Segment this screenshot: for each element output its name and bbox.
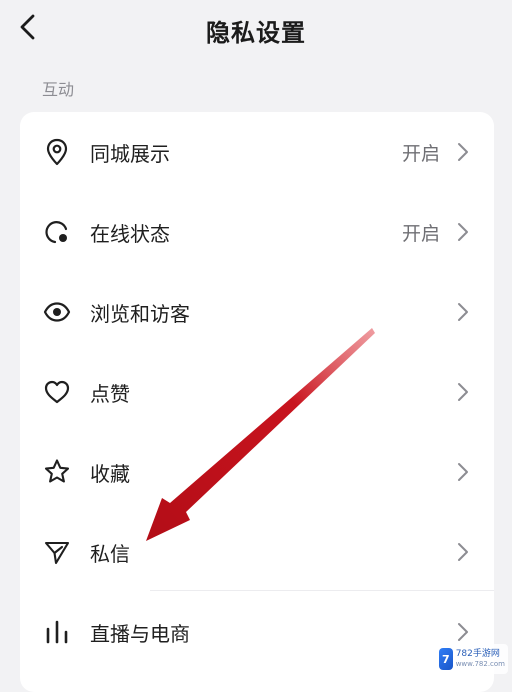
setting-row-favorites[interactable]: 收藏 bbox=[20, 432, 494, 512]
setting-row-label: 浏览和访客 bbox=[90, 302, 190, 326]
setting-row-label: 直播与电商 bbox=[90, 622, 190, 646]
chevron-right-icon bbox=[458, 463, 468, 481]
setting-row-private-message[interactable]: 私信 bbox=[20, 512, 494, 592]
bar-chart-icon bbox=[42, 617, 72, 647]
chevron-right-icon bbox=[458, 543, 468, 561]
setting-row-likes[interactable]: 点赞 bbox=[20, 352, 494, 432]
eye-icon bbox=[42, 297, 72, 327]
setting-row-value: 开启 bbox=[401, 143, 440, 165]
heart-icon bbox=[42, 377, 72, 407]
watermark-badge: 7 bbox=[439, 648, 453, 670]
chevron-right-icon bbox=[458, 143, 468, 161]
header-bar: 隐私设置 bbox=[0, 0, 512, 58]
setting-row-live-ecommerce[interactable]: 直播与电商 bbox=[20, 592, 494, 672]
setting-row-label: 收藏 bbox=[90, 462, 130, 486]
settings-card: 同城展示 开启 在线状态 开启 浏览和访客 点赞 收藏 私信 直播与电商 bbox=[20, 112, 494, 692]
chevron-right-icon bbox=[458, 383, 468, 401]
chevron-right-icon bbox=[458, 303, 468, 321]
star-icon bbox=[42, 457, 72, 487]
send-icon bbox=[42, 537, 72, 567]
page-title: 隐私设置 bbox=[206, 19, 306, 47]
watermark-logo: 7 782手游网 www.782.com bbox=[436, 644, 508, 674]
watermark-site: 782手游网 bbox=[455, 649, 500, 659]
setting-row-label: 点赞 bbox=[90, 382, 130, 406]
row-divider bbox=[150, 590, 494, 591]
location-pin-icon bbox=[42, 137, 72, 167]
setting-row-browse-visitors[interactable]: 浏览和访客 bbox=[20, 272, 494, 352]
online-status-icon bbox=[42, 217, 72, 247]
setting-row-online-status[interactable]: 在线状态 开启 bbox=[20, 192, 494, 272]
section-label: 互动 bbox=[42, 80, 75, 99]
chevron-right-icon bbox=[458, 223, 468, 241]
setting-row-label: 在线状态 bbox=[90, 222, 170, 246]
setting-row-label: 私信 bbox=[90, 542, 130, 566]
watermark-url: www.782.com bbox=[455, 660, 505, 668]
chevron-right-icon bbox=[458, 623, 468, 641]
setting-row-value: 开启 bbox=[401, 223, 440, 245]
setting-row-nearby-display[interactable]: 同城展示 开启 bbox=[20, 112, 494, 192]
setting-row-label: 同城展示 bbox=[90, 142, 170, 166]
